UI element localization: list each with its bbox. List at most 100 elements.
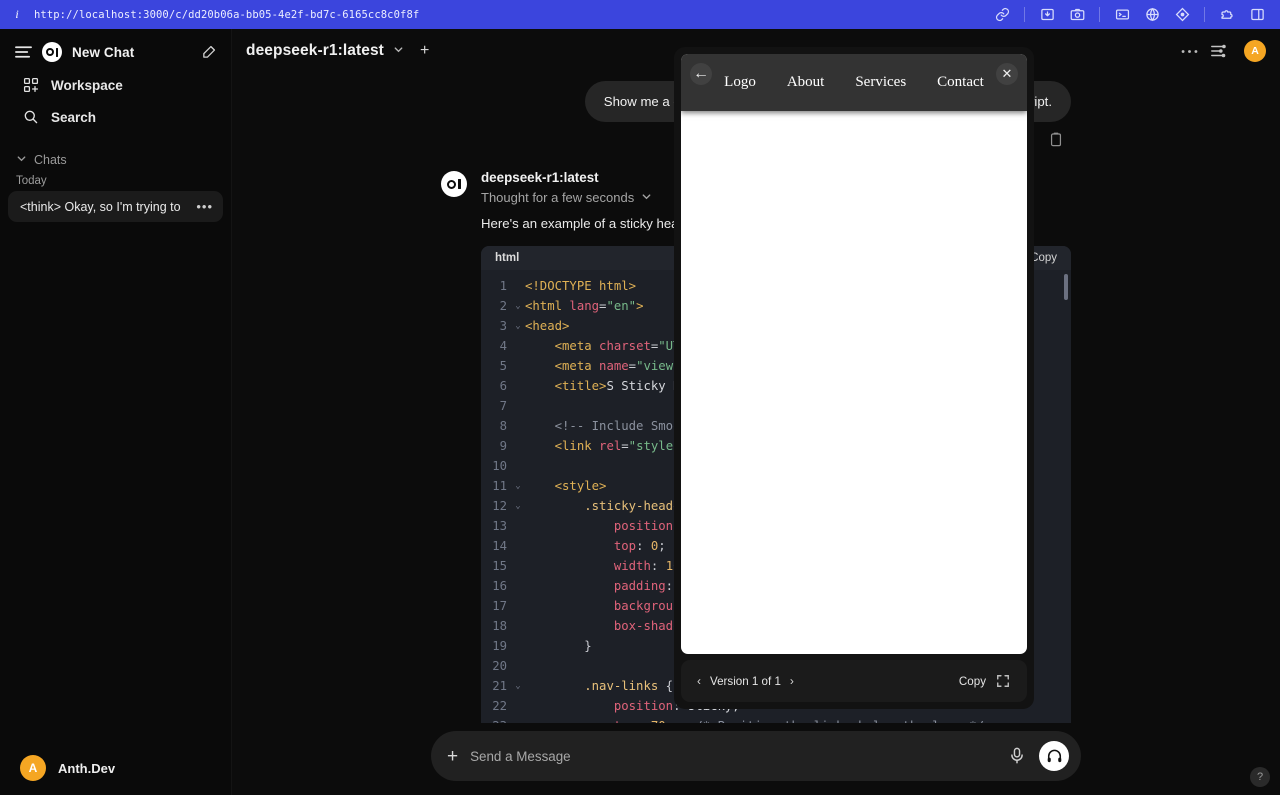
artifact-back-button[interactable]: ← — [690, 63, 712, 85]
line-number: 2 — [499, 298, 507, 313]
fold-toggle-icon[interactable]: ⌄ — [511, 476, 525, 496]
code-scrollbar[interactable] — [1064, 273, 1068, 300]
link-icon[interactable] — [989, 5, 1015, 25]
voice-call-button[interactable] — [1039, 741, 1069, 771]
line-number: 10 — [492, 458, 507, 473]
sidebar-item-workspace-label: Workspace — [51, 77, 123, 93]
line-number: 22 — [492, 698, 507, 713]
line-number: 17 — [492, 598, 507, 613]
preview-nav-link[interactable]: Logo — [724, 74, 756, 91]
next-version-button[interactable]: › — [790, 674, 794, 688]
chevron-down-icon[interactable] — [393, 44, 404, 58]
preview-nav-link[interactable]: Contact — [937, 74, 984, 91]
microphone-icon[interactable] — [1009, 747, 1027, 765]
line-number: 7 — [499, 398, 507, 413]
camera-icon[interactable] — [1064, 5, 1090, 25]
chat-item-menu-icon[interactable]: ••• — [196, 199, 213, 214]
terminal-icon[interactable] — [1109, 5, 1135, 25]
sidebar-section-chats[interactable]: Chats — [0, 147, 231, 169]
new-chat-label[interactable]: New Chat — [72, 45, 191, 60]
browser-url-bar: i http://localhost:3000/c/dd20b06a-bb05-… — [0, 0, 1280, 29]
target-icon[interactable] — [1169, 5, 1195, 25]
sidebar-item-workspace[interactable]: Workspace — [8, 70, 223, 100]
version-navigator: ‹ Version 1 of 1 › — [697, 674, 794, 688]
add-model-button[interactable]: + — [420, 43, 429, 59]
prev-version-button[interactable]: ‹ — [697, 674, 701, 688]
code-copy-button[interactable]: Copy — [1030, 252, 1057, 264]
sidebar-item-search[interactable]: Search — [8, 102, 223, 132]
artifact-preview-frame[interactable]: Logo About Services Contact — [681, 54, 1027, 654]
line-number: 6 — [499, 378, 507, 393]
new-chat-edit-icon[interactable] — [201, 43, 219, 61]
fold-toggle-icon[interactable]: ⌄ — [511, 676, 525, 696]
artifact-stage: ← ✕ Logo About Services Contact — [674, 47, 1034, 654]
line-number: 13 — [492, 518, 507, 533]
hamburger-menu-icon[interactable] — [14, 43, 32, 61]
artifact-panel: ← ✕ Logo About Services Contact ‹ Version 1… — [674, 47, 1034, 709]
line-number: 3 — [499, 318, 507, 333]
line-number: 5 — [499, 358, 507, 373]
line-number: 4 — [499, 338, 507, 353]
more-options-icon[interactable] — [1178, 40, 1200, 62]
user-avatar[interactable]: A — [1244, 40, 1266, 62]
preview-nav-link[interactable]: Services — [855, 74, 906, 91]
message-input[interactable] — [470, 748, 997, 764]
app-shell: New Chat Workspace Search Chats Today <t… — [0, 29, 1280, 795]
info-icon[interactable]: i — [10, 7, 24, 22]
line-number: 19 — [492, 638, 507, 653]
preview-nav-link[interactable]: About — [787, 74, 825, 91]
browser-toolbar-icons — [989, 5, 1270, 25]
code-language-label: html — [495, 251, 520, 264]
sidebar-top-bar: New Chat — [0, 29, 231, 69]
fullscreen-icon[interactable] — [996, 674, 1011, 689]
copy-message-icon[interactable] — [1049, 132, 1065, 148]
line-number: 9 — [499, 438, 507, 453]
image-icon[interactable] — [1034, 5, 1060, 25]
url-text[interactable]: http://localhost:3000/c/dd20b06a-bb05-4e… — [34, 9, 419, 21]
assistant-avatar-icon — [441, 171, 467, 198]
artifact-copy-button[interactable]: Copy — [959, 675, 986, 688]
help-button[interactable]: ? — [1250, 767, 1270, 787]
chat-item-title: <think> Okay, so I'm trying to — [20, 199, 181, 214]
chevron-down-icon — [16, 153, 27, 167]
artifact-footer: ‹ Version 1 of 1 › Copy — [681, 660, 1027, 702]
model-selector-label[interactable]: deepseek-r1:latest — [246, 42, 384, 60]
preview-sticky-header: Logo About Services Contact — [681, 54, 1027, 111]
fold-toggle-icon[interactable]: ⌄ — [511, 296, 525, 316]
line-number: 8 — [499, 418, 507, 433]
toolbar-divider-3 — [1204, 7, 1205, 22]
line-number: 21 — [492, 678, 507, 693]
line-number: 18 — [492, 618, 507, 633]
fold-toggle-icon[interactable]: ⌄ — [511, 316, 525, 336]
panel-icon[interactable] — [1244, 5, 1270, 25]
open-webui-logo-icon[interactable] — [42, 42, 62, 62]
attach-button[interactable]: + — [447, 747, 458, 766]
toolbar-divider — [1024, 7, 1025, 22]
artifact-close-button[interactable]: ✕ — [996, 63, 1018, 85]
sidebar-section-chats-label: Chats — [34, 153, 67, 167]
globe-icon[interactable] — [1139, 5, 1165, 25]
version-label: Version 1 of 1 — [710, 674, 781, 688]
puzzle-icon[interactable] — [1214, 5, 1240, 25]
message-composer: + — [431, 731, 1081, 781]
workspace-icon — [22, 76, 40, 94]
line-number: 15 — [492, 558, 507, 573]
list-item[interactable]: <think> Okay, so I'm trying to ••• — [8, 191, 223, 222]
fold-toggle-icon[interactable]: ⌄ — [511, 496, 525, 516]
line-number: 20 — [492, 658, 507, 673]
sidebar-user-footer[interactable]: A Anth.Dev — [6, 747, 225, 789]
chat-controls-icon[interactable] — [1208, 40, 1230, 62]
